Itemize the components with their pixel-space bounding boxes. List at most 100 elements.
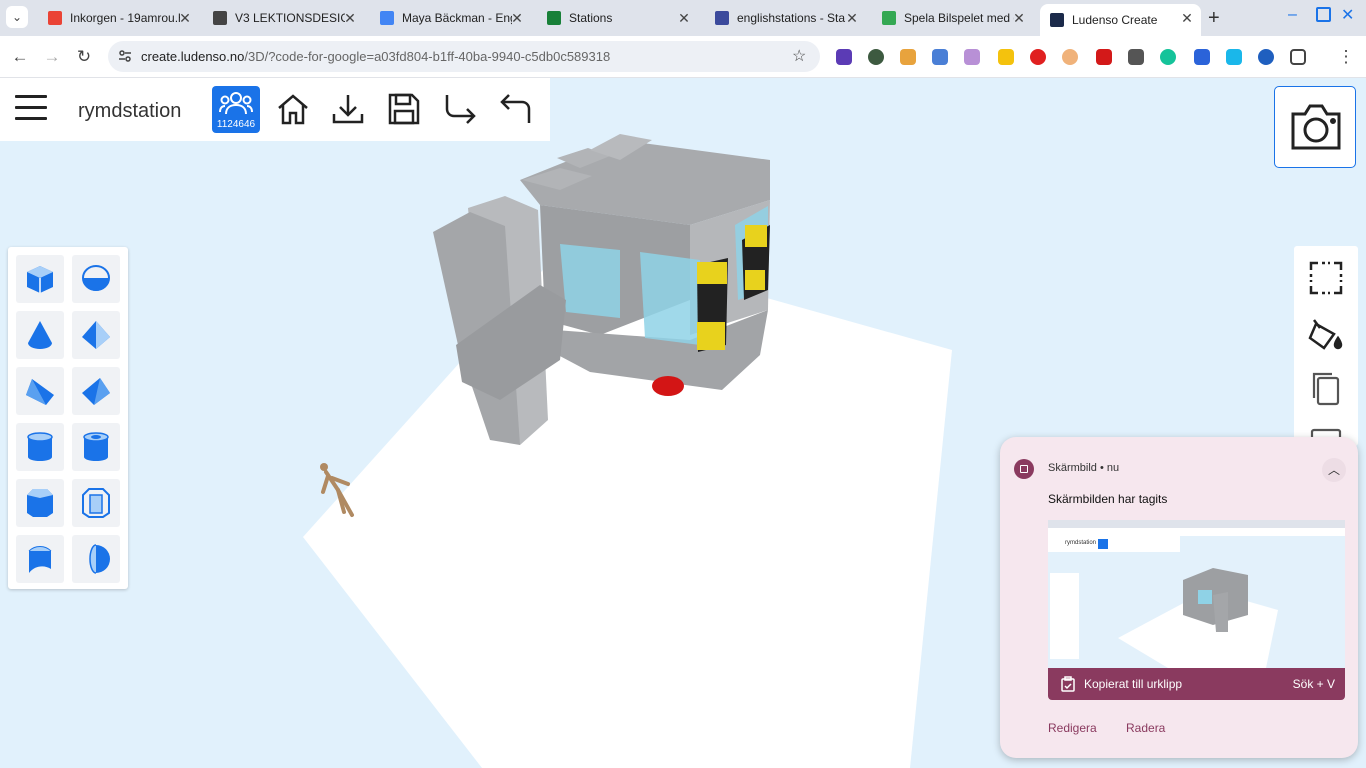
back-arrow-icon[interactable]: ←	[8, 45, 32, 69]
shape-tube[interactable]	[72, 423, 120, 471]
tab-title: Spela Bilspelet med d	[904, 11, 1014, 25]
vimeo-extension-icon[interactable]	[1226, 49, 1242, 65]
half-sphere-icon	[89, 544, 110, 574]
shape-prism[interactable]	[72, 367, 120, 415]
shape-hemisphere[interactable]	[72, 255, 120, 303]
tab-close-icon[interactable]: ✕	[844, 10, 860, 27]
tab-title: Stations	[569, 11, 613, 25]
extensions-puzzle-icon[interactable]	[1290, 49, 1306, 65]
window-center	[640, 252, 700, 345]
address-bar[interactable]: create.ludenso.no/3D/?code-for-google=a0…	[108, 41, 820, 72]
hazard-yellow-4	[745, 270, 765, 290]
camera-icon	[1291, 104, 1341, 150]
pyramid-icon	[82, 321, 110, 349]
browser-tab[interactable]: Spela Bilspelet med d ✕	[872, 4, 1033, 32]
screenshot-camera-button[interactable]	[1274, 86, 1356, 168]
extension-icon-14[interactable]	[1258, 49, 1274, 65]
browser-tab[interactable]: Inkorgen - 19amrou.h ✕	[38, 4, 199, 32]
extension-icon-9[interactable]	[1096, 49, 1112, 65]
reload-icon[interactable]: ↻	[72, 45, 96, 69]
shape-hex-prism[interactable]	[16, 479, 64, 527]
extension-icon-3[interactable]	[900, 49, 916, 65]
tab-close-icon[interactable]: ✕	[676, 10, 692, 27]
shapes-panel	[8, 247, 128, 589]
extension-icon-12[interactable]	[1194, 49, 1210, 65]
browser-tab[interactable]: Stations ✕	[537, 4, 698, 32]
collapse-chevron-icon[interactable]: ︿	[1322, 458, 1346, 482]
tab-favicon-icon	[213, 11, 227, 25]
screenshot-thumbnail[interactable]: rymdstation	[1048, 520, 1345, 668]
menu-hamburger-icon[interactable]	[15, 95, 47, 123]
close-window-button[interactable]: ✕	[1341, 5, 1354, 25]
project-name[interactable]: rymdstation	[78, 100, 181, 123]
hazard-yellow-1	[697, 262, 727, 284]
copied-to-clipboard-bar[interactable]: Kopierat till urklipp Sök + V	[1048, 668, 1345, 700]
minimize-button[interactable]: –	[1288, 6, 1297, 24]
screenshot-app-icon	[1014, 459, 1034, 479]
community-button[interactable]: 1124646	[212, 86, 260, 133]
tab-close-icon[interactable]: ✕	[509, 10, 525, 27]
extension-icon-5[interactable]	[964, 49, 980, 65]
hex-tube-icon	[82, 488, 110, 518]
translate-extension-icon[interactable]	[932, 49, 948, 65]
tab-favicon-icon	[547, 11, 561, 25]
tab-search-icon[interactable]: ⌄	[6, 6, 28, 28]
tab-title: Maya Bäckman - Eng	[402, 11, 512, 25]
undo-icon[interactable]	[499, 92, 533, 126]
extension-icon-8[interactable]	[1062, 49, 1078, 65]
extension-icon-7[interactable]	[1030, 49, 1046, 65]
bookmark-star-icon[interactable]: ☆	[792, 46, 806, 66]
browser-menu-icon[interactable]: ⋮	[1334, 45, 1358, 69]
tab-close-icon[interactable]: ✕	[1179, 10, 1195, 27]
screenshot-notification: Skärmbild • nu ︿ Skärmbilden har tagits …	[1000, 437, 1358, 758]
download-icon[interactable]	[331, 92, 365, 126]
shape-pyramid[interactable]	[72, 311, 120, 359]
hazard-yellow-3	[745, 225, 767, 247]
wedge-icon	[26, 379, 54, 405]
tab-close-icon[interactable]: ✕	[1011, 10, 1027, 27]
new-tab-button[interactable]: +	[1208, 7, 1220, 30]
red-thruster	[652, 376, 684, 396]
tab-close-icon[interactable]: ✕	[342, 10, 358, 27]
tab-title: V3 LEKTIONSDESIGN	[235, 11, 345, 25]
browser-tab[interactable]: Maya Bäckman - Eng ✕	[370, 4, 531, 32]
shape-cylinder[interactable]	[16, 423, 64, 471]
paint-bucket-icon[interactable]	[1308, 316, 1344, 352]
cube-icon	[27, 266, 53, 293]
shape-half-sphere[interactable]	[72, 535, 120, 583]
tab-favicon-icon	[48, 11, 62, 25]
extension-icon-1[interactable]	[836, 49, 852, 65]
tab-close-icon[interactable]: ✕	[177, 10, 193, 27]
delete-button[interactable]: Radera	[1126, 721, 1165, 735]
shape-wedge[interactable]	[16, 367, 64, 415]
cone-icon	[28, 321, 52, 349]
tab-favicon-icon	[1050, 13, 1064, 27]
extension-icon-6[interactable]	[998, 49, 1014, 65]
shape-half-cylinder[interactable]	[16, 535, 64, 583]
hex-prism-icon	[27, 489, 53, 517]
maximize-button[interactable]	[1316, 7, 1331, 22]
notification-title: Skärmbilden har tagits	[1048, 492, 1168, 506]
redo-icon[interactable]	[443, 92, 477, 126]
tube-icon	[83, 432, 109, 461]
site-settings-icon[interactable]	[118, 49, 132, 63]
browser-tab[interactable]: Ludenso Create ✕	[1040, 4, 1201, 36]
tab-title: Ludenso Create	[1072, 13, 1158, 27]
extension-icon-2[interactable]	[868, 49, 884, 65]
shape-hex-tube[interactable]	[72, 479, 120, 527]
browser-nav-bar: ← → ↻ create.ludenso.no/3D/?code-for-goo…	[0, 36, 1366, 78]
right-tool-panel	[1294, 246, 1358, 452]
edit-button[interactable]: Redigera	[1048, 721, 1097, 735]
extension-icon-10[interactable]	[1128, 49, 1144, 65]
shape-cube[interactable]	[16, 255, 64, 303]
grammarly-extension-icon[interactable]	[1160, 49, 1176, 65]
forward-arrow-icon[interactable]: →	[40, 45, 64, 69]
home-icon[interactable]	[276, 92, 310, 126]
select-area-icon[interactable]	[1308, 260, 1344, 296]
users-icon	[219, 92, 253, 115]
browser-tab[interactable]: V3 LEKTIONSDESIGN✕	[203, 4, 364, 32]
shape-cone[interactable]	[16, 311, 64, 359]
copy-icon[interactable]	[1308, 370, 1344, 406]
save-icon[interactable]	[387, 92, 421, 126]
browser-tab[interactable]: englishstations - Sta ✕	[705, 4, 866, 32]
